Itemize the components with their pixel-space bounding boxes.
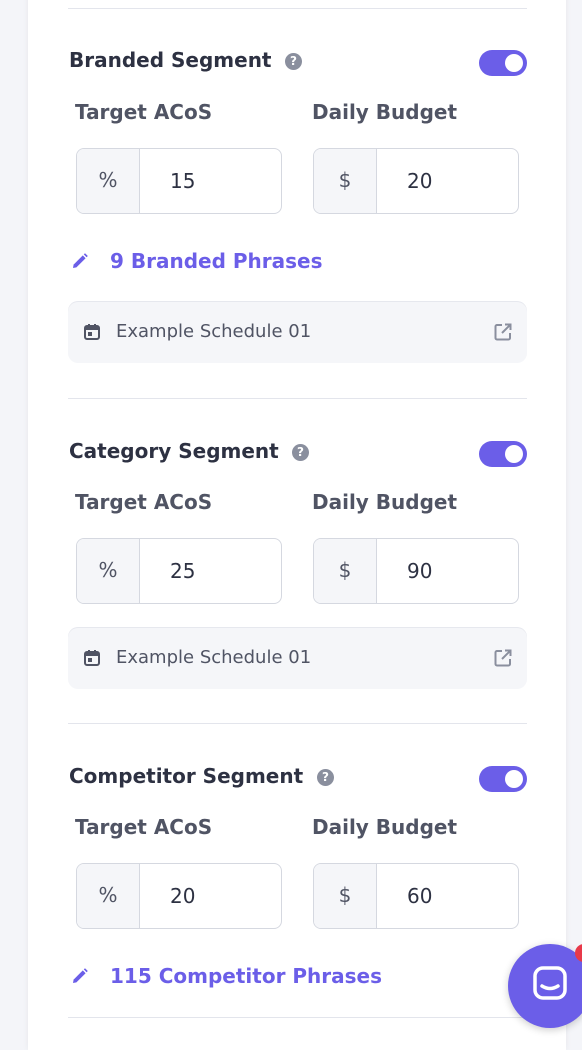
help-icon[interactable]: ?: [292, 444, 309, 461]
help-icon[interactable]: ?: [285, 53, 302, 70]
target-acos-label: Target ACoS: [75, 815, 213, 839]
target-acos-input-group: %: [76, 863, 282, 929]
segment-title: Category Segment: [69, 439, 279, 463]
divider: [68, 8, 527, 9]
calendar-icon: [84, 324, 100, 340]
dollar-addon: $: [314, 539, 377, 603]
divider: [68, 723, 527, 724]
divider: [68, 1017, 527, 1018]
help-icon[interactable]: ?: [317, 769, 334, 786]
percent-addon: %: [77, 539, 140, 603]
target-acos-input[interactable]: [140, 149, 281, 213]
external-link-icon[interactable]: [493, 648, 513, 668]
percent-addon: %: [77, 864, 140, 928]
segment-toggle[interactable]: [479, 766, 527, 792]
segment-title: Branded Segment: [69, 48, 272, 72]
target-acos-input-group: %: [76, 148, 282, 214]
dollar-addon: $: [314, 864, 377, 928]
schedule-row[interactable]: Example Schedule 01: [68, 627, 527, 689]
segment-toggle[interactable]: [479, 441, 527, 467]
target-acos-input-group: %: [76, 538, 282, 604]
segment-title: Competitor Segment: [69, 764, 304, 788]
target-acos-label: Target ACoS: [75, 490, 213, 514]
external-link-icon[interactable]: [493, 322, 513, 342]
divider: [68, 398, 527, 399]
schedule-name: Example Schedule 01: [116, 321, 312, 342]
chat-icon: [533, 966, 567, 1000]
phrases-link-label: 115 Competitor Phrases: [110, 964, 383, 988]
target-acos-input[interactable]: [140, 539, 281, 603]
daily-budget-input[interactable]: [377, 864, 518, 928]
schedule-name: Example Schedule 01: [116, 647, 312, 668]
daily-budget-input-group: $: [313, 538, 519, 604]
percent-addon: %: [77, 149, 140, 213]
chat-launcher-button[interactable]: [508, 944, 582, 1028]
toggle-knob: [505, 445, 523, 463]
calendar-icon: [84, 650, 100, 666]
daily-budget-input-group: $: [313, 148, 519, 214]
target-acos-label: Target ACoS: [75, 100, 213, 124]
target-acos-input[interactable]: [140, 864, 281, 928]
daily-budget-label: Daily Budget: [312, 815, 458, 839]
toggle-knob: [505, 54, 523, 72]
daily-budget-label: Daily Budget: [312, 100, 458, 124]
daily-budget-input-group: $: [313, 863, 519, 929]
dollar-addon: $: [314, 149, 377, 213]
phrases-link-label: 9 Branded Phrases: [110, 249, 323, 273]
daily-budget-input[interactable]: [377, 149, 518, 213]
schedule-row[interactable]: Example Schedule 01: [68, 301, 527, 363]
pencil-icon: [73, 968, 88, 983]
toggle-knob: [505, 770, 523, 788]
daily-budget-label: Daily Budget: [312, 490, 458, 514]
daily-budget-input[interactable]: [377, 539, 518, 603]
pencil-icon: [73, 253, 88, 268]
segment-toggle[interactable]: [479, 50, 527, 76]
